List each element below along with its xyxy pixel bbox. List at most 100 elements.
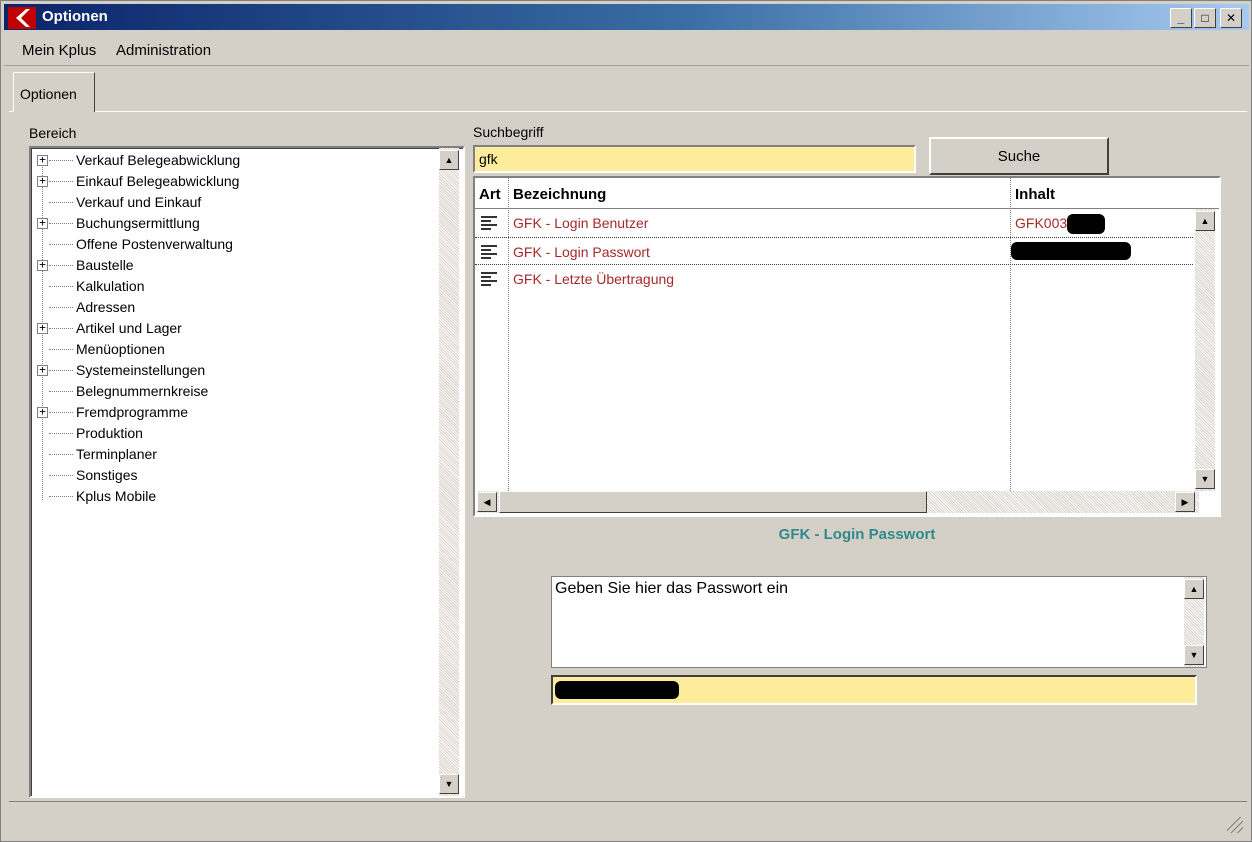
tree-item[interactable]: Terminplaner (31, 444, 431, 465)
scroll-up-button[interactable]: ▲ (439, 150, 459, 170)
tree-item-label: Sonstiges (76, 467, 138, 483)
minimize-button[interactable]: _ (1170, 8, 1192, 28)
options-window: Optionen _ □ ✕ Mein Kplus Administration… (0, 0, 1252, 842)
expand-plus-icon[interactable]: + (37, 217, 48, 229)
tree-connector (49, 454, 73, 455)
tree-item-label: Baustelle (76, 257, 134, 273)
tree-item-label: Adressen (76, 299, 136, 315)
row-bezeichnung: GFK - Login Passwort (513, 244, 650, 260)
column-header-bezeichnung[interactable]: Bezeichnung (513, 182, 606, 208)
tree-connector (49, 328, 73, 329)
tree-item[interactable]: Adressen (31, 297, 431, 318)
description-box: Geben Sie hier das Passwort ein ▲ ▼ (551, 576, 1207, 668)
category-tree[interactable]: + Verkauf Belegeabwicklung + Einkauf Belege… (29, 146, 465, 798)
scroll-down-button[interactable]: ▼ (1195, 469, 1215, 489)
scroll-left-button[interactable]: ◀ (477, 492, 497, 512)
tree-connector (49, 412, 73, 413)
tree-item[interactable]: Kalkulation (31, 276, 431, 297)
column-header-inhalt[interactable]: Inhalt (1015, 182, 1055, 208)
grid-row[interactable]: GFK - Letzte Übertragung (475, 265, 1193, 293)
tree-item[interactable]: + Einkauf Belegeabwicklung (31, 171, 431, 192)
tree-connector (49, 370, 73, 371)
tree-connector (49, 244, 73, 245)
grid-vertical-scrollbar[interactable]: ▲ ▼ (1195, 209, 1215, 491)
tree-connector (49, 433, 73, 434)
detail-title: GFK - Login Passwort (778, 526, 936, 543)
text-lines-icon (481, 245, 497, 259)
row-bezeichnung: GFK - Letzte Übertragung (513, 271, 675, 287)
tree-item-label: Fremdprogramme (76, 404, 189, 420)
options-grid[interactable]: Art Bezeichnung Inhalt GFK - Login Benut… (473, 176, 1221, 517)
scroll-right-button[interactable]: ▶ (1175, 492, 1195, 512)
tree-item-label: Buchungsermittlung (76, 215, 200, 231)
tab-optionen[interactable]: Optionen (13, 72, 95, 112)
tree-item[interactable]: + Verkauf Belegeabwicklung (31, 150, 431, 171)
description-text: Geben Sie hier das Passwort ein (555, 580, 789, 597)
tree-item[interactable]: Belegnummernkreise (31, 381, 431, 402)
tree-item-label: Belegnummernkreise (76, 383, 209, 399)
tree-item[interactable]: + Systemeinstellungen (31, 360, 431, 381)
value-input[interactable] (551, 675, 1197, 705)
row-inhalt: GFK003 (1015, 215, 1068, 231)
expand-plus-icon[interactable]: + (37, 154, 48, 166)
kplus-logo-icon (8, 7, 36, 29)
tree-connector (49, 391, 73, 392)
tree-connector (49, 349, 73, 350)
redacted-region (1011, 242, 1131, 260)
tree-connector (49, 475, 73, 476)
expand-plus-icon[interactable]: + (37, 322, 48, 334)
expand-plus-icon[interactable]: + (37, 364, 48, 376)
expand-plus-icon[interactable]: + (37, 259, 48, 271)
tree-connector (49, 307, 73, 308)
window-title: Optionen (42, 8, 108, 25)
maximize-button[interactable]: □ (1194, 8, 1216, 28)
grid-horizontal-scrollbar[interactable]: ◀ ▶ (477, 491, 1199, 513)
scroll-up-button[interactable]: ▲ (1195, 211, 1215, 231)
tree-item[interactable]: Kplus Mobile (31, 486, 431, 507)
tree-connector (49, 223, 73, 224)
text-lines-icon (481, 272, 497, 286)
search-label: Suchbegriff (473, 124, 544, 140)
search-button[interactable]: Suche (929, 137, 1109, 175)
close-button[interactable]: ✕ (1220, 8, 1242, 28)
tree-item[interactable]: Verkauf und Einkauf (31, 192, 431, 213)
tree-item[interactable]: Sonstiges (31, 465, 431, 486)
resize-grip-icon[interactable] (1227, 817, 1243, 833)
tree-connector (49, 181, 73, 182)
tree-item-label: Verkauf Belegeabwicklung (76, 152, 241, 168)
redacted-region (1067, 214, 1105, 234)
search-input[interactable]: gfk (473, 145, 916, 173)
scroll-up-button[interactable]: ▲ (1184, 579, 1204, 599)
tree-item-label: Kplus Mobile (76, 488, 157, 504)
redacted-region (555, 681, 679, 699)
tree-vertical-scrollbar[interactable]: ▲ ▼ (439, 148, 459, 796)
row-bezeichnung: GFK - Login Benutzer (513, 215, 649, 231)
tree-item-label: Kalkulation (76, 278, 145, 294)
tree-connector (49, 496, 73, 497)
tree-connector (49, 286, 73, 287)
column-header-art[interactable]: Art (479, 182, 501, 208)
description-scrollbar[interactable]: ▲ ▼ (1184, 577, 1204, 667)
menu-bar: Mein Kplus Administration (4, 36, 1249, 66)
scroll-down-button[interactable]: ▼ (439, 774, 459, 794)
menu-administration[interactable]: Administration (116, 42, 211, 59)
tree-item-label: Verkauf und Einkauf (76, 194, 202, 210)
tree-item[interactable]: Offene Postenverwaltung (31, 234, 431, 255)
tree-item[interactable]: + Baustelle (31, 255, 431, 276)
expand-plus-icon[interactable]: + (37, 175, 48, 187)
tree-item[interactable]: Produktion (31, 423, 431, 444)
title-bar[interactable]: Optionen _ □ ✕ (4, 4, 1249, 30)
expand-plus-icon[interactable]: + (37, 406, 48, 418)
tree-item-label: Artikel und Lager (76, 320, 182, 336)
tree-item-label: Systemeinstellungen (76, 362, 206, 378)
tree-item-label: Einkauf Belegeabwicklung (76, 173, 240, 189)
scroll-down-button[interactable]: ▼ (1184, 645, 1204, 665)
scroll-thumb[interactable] (499, 491, 927, 513)
tree-item[interactable]: + Fremdprogramme (31, 402, 431, 423)
menu-mein-kplus[interactable]: Mein Kplus (22, 42, 96, 59)
tree-item[interactable]: + Buchungsermittlung (31, 213, 431, 234)
tree-item[interactable]: + Artikel und Lager (31, 318, 431, 339)
tree-connector (49, 202, 73, 203)
tree-item[interactable]: Menüoptionen (31, 339, 431, 360)
tree-connector (49, 265, 73, 266)
